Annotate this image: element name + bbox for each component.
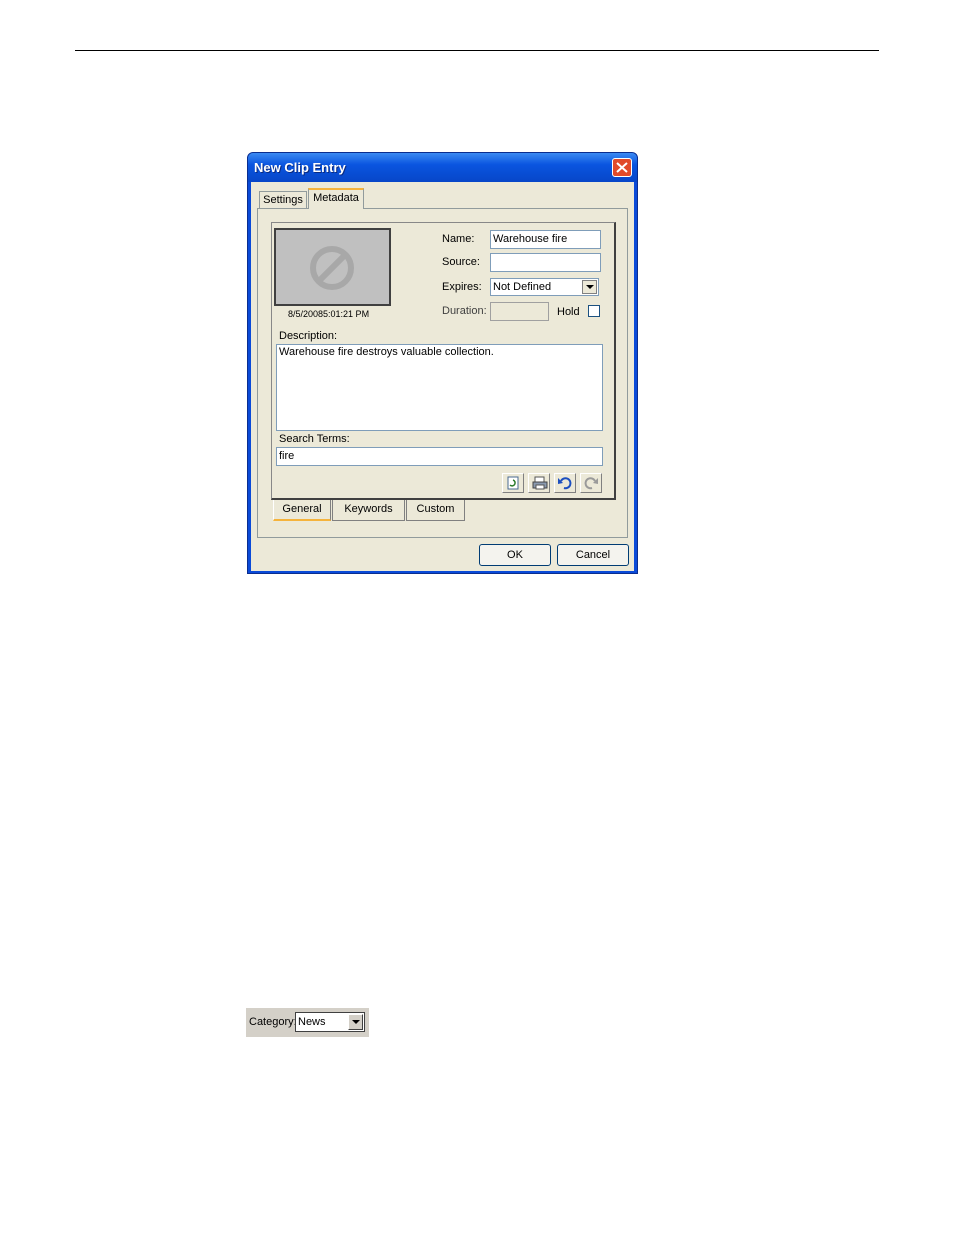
category-label: Category:: [249, 1016, 297, 1028]
thumbnail-timestamp: 8/5/20085:01:21 PM: [288, 309, 370, 319]
tab-general[interactable]: General: [273, 500, 331, 521]
cancel-button[interactable]: Cancel: [557, 544, 629, 566]
category-value: News: [298, 1016, 326, 1028]
close-button[interactable]: [612, 158, 632, 177]
category-select[interactable]: News: [295, 1012, 365, 1032]
expires-value: Not Defined: [493, 281, 552, 293]
hold-label: Hold: [557, 306, 580, 318]
metadata-panel: 8/5/20085:01:21 PM Name: Warehouse fire …: [257, 208, 628, 538]
expires-select[interactable]: Not Defined: [490, 278, 599, 296]
no-image-icon: [310, 246, 354, 290]
redo-button[interactable]: [580, 473, 602, 493]
name-field[interactable]: Warehouse fire: [490, 230, 601, 249]
source-label: Source:: [442, 256, 480, 268]
name-label: Name:: [442, 233, 475, 245]
duration-field: [490, 302, 549, 321]
dialog-title: New Clip Entry: [254, 160, 346, 175]
clip-thumbnail: [274, 228, 391, 306]
page-rule: [75, 50, 879, 51]
title-bar[interactable]: New Clip Entry: [248, 153, 637, 182]
redo-icon: [584, 477, 598, 490]
close-icon: [616, 162, 628, 173]
source-field[interactable]: [490, 253, 601, 272]
ok-button[interactable]: OK: [479, 544, 551, 566]
chevron-down-icon[interactable]: [348, 1014, 363, 1030]
print-button[interactable]: [528, 473, 550, 493]
search-terms-label: Search Terms:: [279, 433, 350, 445]
hold-checkbox[interactable]: [588, 305, 600, 317]
description-label: Description:: [279, 330, 338, 342]
tab-keywords[interactable]: Keywords: [332, 500, 405, 521]
description-textarea[interactable]: Warehouse fire destroys valuable collect…: [276, 344, 603, 431]
refresh-icon: [507, 476, 519, 490]
category-toolbar: Category: News: [246, 1008, 369, 1037]
chevron-down-icon[interactable]: [582, 280, 597, 294]
tab-custom[interactable]: Custom: [406, 500, 465, 521]
undo-icon: [558, 477, 572, 490]
dialog-body: Settings Metadata 8/5/20085:01:21 PM Nam…: [251, 182, 634, 571]
expires-label: Expires:: [442, 281, 482, 293]
refresh-button[interactable]: [502, 473, 524, 493]
tab-settings[interactable]: Settings: [259, 191, 307, 208]
print-icon: [532, 476, 548, 490]
search-terms-field[interactable]: fire: [276, 447, 603, 466]
tab-metadata[interactable]: Metadata: [308, 188, 364, 209]
undo-button[interactable]: [554, 473, 576, 493]
duration-label: Duration:: [442, 305, 487, 317]
new-clip-entry-dialog: New Clip Entry Settings Metadata 8/5/200…: [247, 152, 638, 574]
